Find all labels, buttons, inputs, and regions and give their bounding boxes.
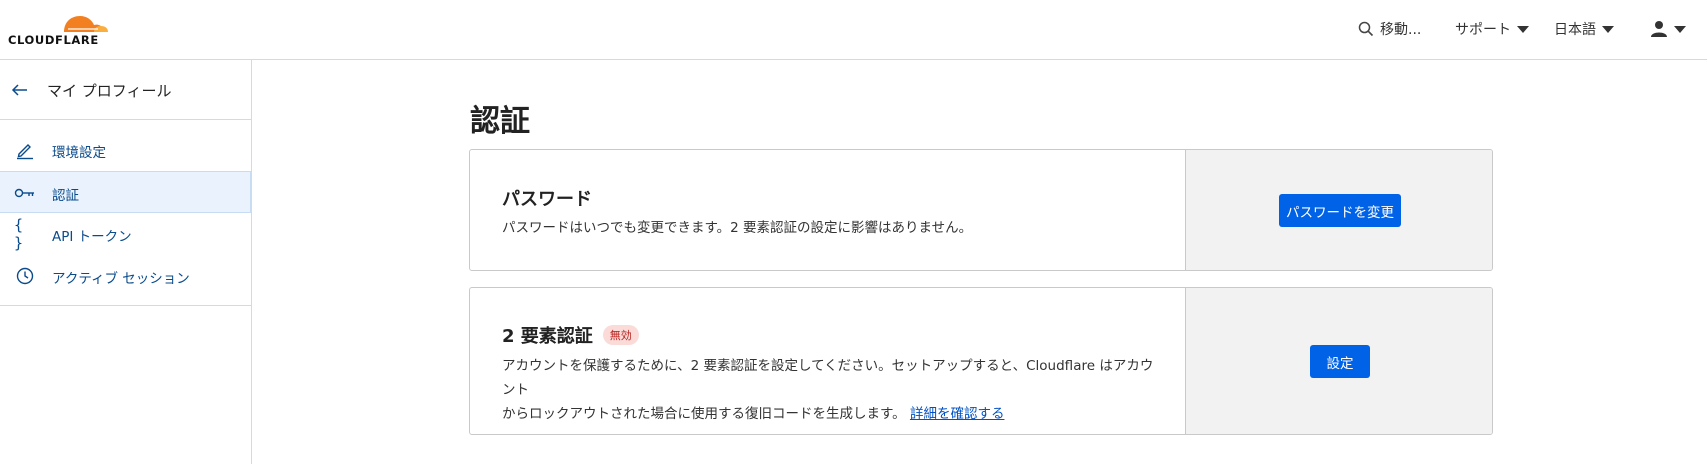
- twofa-card-title: 2 要素認証 無効: [502, 322, 639, 348]
- language-label: 日本語: [1554, 22, 1596, 38]
- sidebar-item-label: API トークン: [52, 229, 132, 245]
- sidebar-item-api-tokens[interactable]: { } API トークン: [0, 213, 251, 255]
- twofa-card-body: 2 要素認証 無効 アカウントを保護するために、2 要素認証を設定してください。…: [470, 288, 1185, 434]
- status-badge: 無効: [602, 325, 639, 345]
- user-menu[interactable]: [1650, 18, 1686, 40]
- key-icon: [14, 183, 36, 203]
- twofa-card-actions: 設定: [1185, 288, 1492, 434]
- password-card-title: パスワード: [502, 185, 592, 211]
- user-icon: [1651, 21, 1667, 37]
- sidebar-item-label: 認証: [52, 188, 79, 204]
- password-card-description: パスワードはいつでも変更できます。2 要素認証の設定に影響はありません。: [502, 220, 973, 236]
- arrow-left-icon: [11, 84, 27, 96]
- language-menu[interactable]: 日本語: [1554, 18, 1614, 40]
- search-icon: [1358, 21, 1374, 37]
- twofa-card: 2 要素認証 無効 アカウントを保護するために、2 要素認証を設定してください。…: [469, 287, 1493, 435]
- password-card-body: パスワード パスワードはいつでも変更できます。2 要素認証の設定に影響はありませ…: [470, 150, 1185, 270]
- password-title-text: パスワード: [502, 189, 592, 210]
- sidebar: マイ プロフィール 環境設定 認証 { } API トークン アクティブ セッシ…: [0, 60, 252, 464]
- search-button[interactable]: 移動...: [1358, 18, 1421, 40]
- chevron-down-icon: [1517, 25, 1529, 33]
- back-to-profile[interactable]: マイ プロフィール: [0, 60, 251, 120]
- logo-wordmark: CLOUDFLARE: [8, 33, 99, 47]
- support-label: サポート: [1455, 22, 1511, 38]
- cloudflare-logo[interactable]: CLOUDFLARE: [8, 8, 118, 48]
- learn-more-link[interactable]: 詳細を確認する: [910, 406, 1005, 422]
- twofa-card-description: アカウントを保護するために、2 要素認証を設定してください。セットアップすると、…: [502, 354, 1162, 426]
- cloud-logo-icon: [64, 16, 108, 32]
- twofa-title-text: 2 要素認証: [502, 326, 593, 347]
- sidebar-title: マイ プロフィール: [47, 82, 172, 100]
- chevron-down-icon: [1602, 25, 1614, 33]
- password-card: パスワード パスワードはいつでも変更できます。2 要素認証の設定に影響はありませ…: [469, 149, 1493, 271]
- sidebar-item-authentication[interactable]: 認証: [0, 171, 251, 213]
- sidebar-item-label: 環境設定: [52, 145, 106, 161]
- sidebar-item-active-sessions[interactable]: アクティブ セッション: [0, 255, 251, 297]
- search-label: 移動...: [1380, 22, 1422, 38]
- change-password-button[interactable]: パスワードを変更: [1279, 194, 1401, 227]
- setup-twofa-button[interactable]: 設定: [1310, 345, 1370, 378]
- password-card-actions: パスワードを変更: [1185, 150, 1492, 270]
- twofa-desc-line1: アカウントを保護するために、2 要素認証を設定してください。セットアップすると、…: [502, 358, 1154, 398]
- top-header: CLOUDFLARE 移動... サポート 日本語: [0, 0, 1707, 60]
- clock-icon: [14, 266, 36, 286]
- sidebar-item-preferences[interactable]: 環境設定: [0, 129, 251, 171]
- pencil-icon: [14, 140, 36, 160]
- braces-icon: { }: [14, 216, 24, 252]
- chevron-down-icon: [1674, 25, 1686, 33]
- twofa-desc-line2: からロックアウトされた場合に使用する復旧コードを生成します。: [502, 406, 906, 422]
- sidebar-divider: [0, 305, 251, 306]
- page-title: 認証: [470, 104, 530, 139]
- sidebar-item-label: アクティブ セッション: [52, 271, 190, 287]
- support-menu[interactable]: サポート: [1455, 18, 1529, 40]
